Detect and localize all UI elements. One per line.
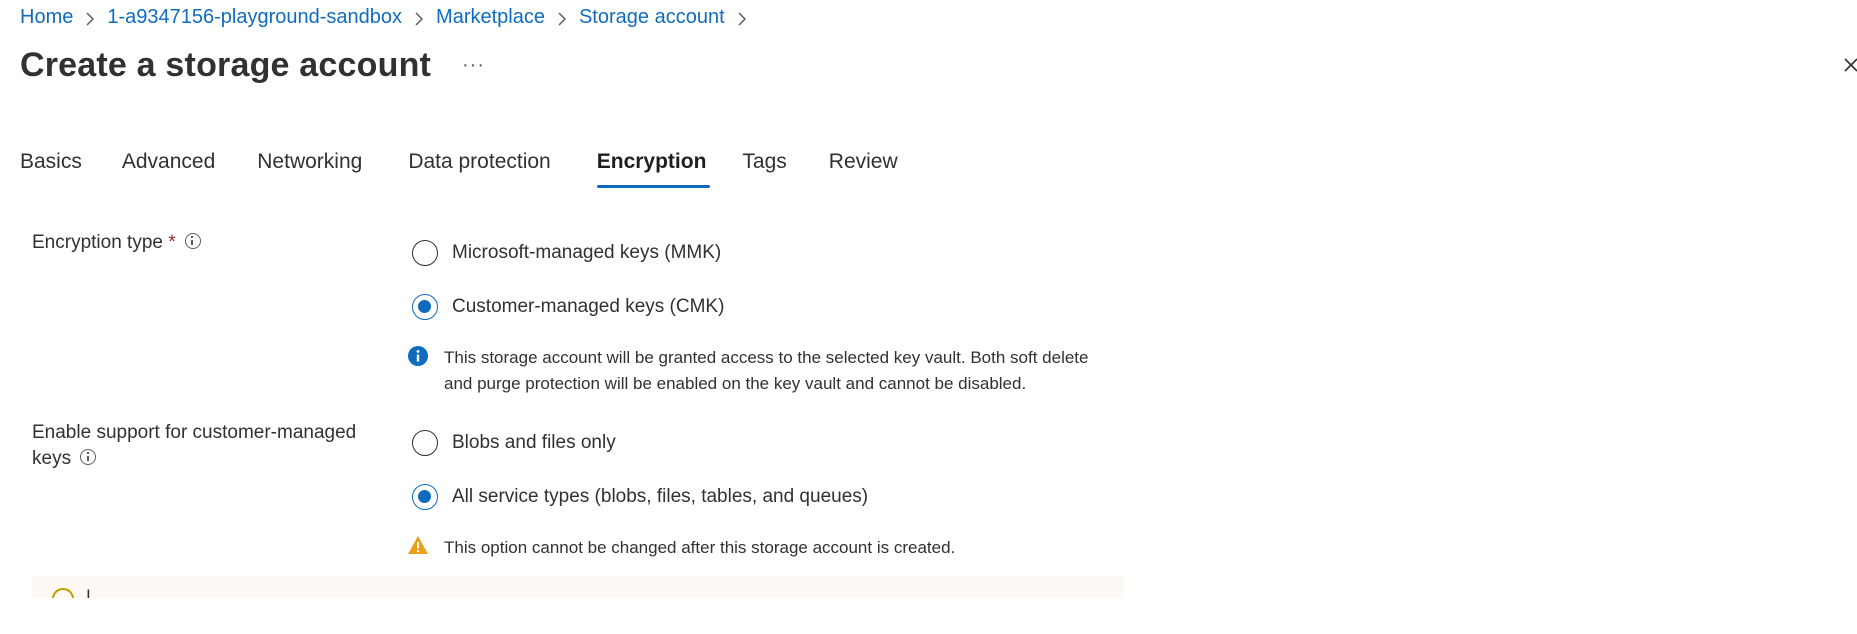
breadcrumb-marketplace[interactable]: Marketplace: [436, 6, 545, 29]
cmk-support-label-line1: Enable support for customer-managed: [32, 422, 357, 443]
page-title: Create a storage account: [20, 46, 432, 84]
chevron-right-icon: [725, 8, 759, 28]
radio-all-service-types[interactable]: All service types (blobs, files, tables,…: [412, 484, 868, 510]
breadcrumb-storage-account[interactable]: Storage account: [579, 6, 725, 29]
tab-basics[interactable]: Basics: [20, 150, 82, 188]
info-icon: [52, 588, 74, 598]
radio-mmk-circle[interactable]: [412, 240, 438, 266]
close-icon[interactable]: [1843, 56, 1857, 76]
tab-advanced[interactable]: Advanced: [122, 150, 215, 188]
radio-cmk[interactable]: Customer-managed keys (CMK): [412, 294, 724, 320]
cmk-support-label-line2: keys: [32, 448, 72, 469]
tab-tags[interactable]: Tags: [742, 150, 786, 188]
radio-blobs-files-only[interactable]: Blobs and files only: [412, 430, 616, 456]
more-options-button[interactable]: ···: [462, 54, 485, 77]
encryption-type-label: Encryption type *: [32, 230, 201, 256]
info-icon[interactable]: [184, 232, 201, 249]
radio-mmk-label: Microsoft-managed keys (MMK): [452, 242, 722, 263]
tab-encryption[interactable]: Encryption: [596, 150, 711, 188]
cmk-warning-message: This option cannot be changed after this…: [444, 538, 956, 557]
cmk-support-label: Enable support for customer-managed keys: [32, 420, 356, 472]
radio-blobs-files-label: Blobs and files only: [452, 432, 616, 453]
notice-banner-text: I: [86, 586, 91, 598]
chevron-right-icon: [545, 8, 579, 28]
info-icon[interactable]: [80, 448, 97, 465]
cmk-info-message-line1: This storage account will be granted acc…: [444, 348, 1089, 367]
radio-cmk-label: Customer-managed keys (CMK): [452, 296, 725, 317]
cmk-info-message-line2: and purge protection will be enabled on …: [444, 374, 1027, 393]
tab-data-protection[interactable]: Data protection: [408, 150, 550, 188]
encryption-type-label-text: Encryption type: [32, 232, 163, 253]
cmk-info-message: This storage account will be granted acc…: [444, 345, 1088, 397]
tab-review[interactable]: Review: [829, 150, 898, 188]
radio-cmk-circle[interactable]: [412, 294, 438, 320]
chevron-right-icon: [73, 8, 107, 28]
required-asterisk: *: [168, 232, 176, 253]
radio-all-service-types-label: All service types (blobs, files, tables,…: [452, 486, 869, 507]
notice-banner: I: [32, 576, 1124, 598]
create-storage-account-page: Home 1-a9347156-playground-sandbox Marke…: [0, 0, 1857, 634]
radio-blobs-files-circle[interactable]: [412, 430, 438, 456]
breadcrumb-sandbox[interactable]: 1-a9347156-playground-sandbox: [107, 6, 402, 29]
radio-mmk[interactable]: Microsoft-managed keys (MMK): [412, 240, 721, 266]
radio-all-service-types-circle[interactable]: [412, 484, 438, 510]
breadcrumb: Home 1-a9347156-playground-sandbox Marke…: [20, 6, 759, 29]
tab-networking[interactable]: Networking: [257, 150, 362, 188]
breadcrumb-home[interactable]: Home: [20, 6, 73, 29]
chevron-right-icon: [402, 8, 436, 28]
tab-bar: Basics Advanced Networking Data protecti…: [20, 150, 898, 192]
info-filled-icon: [408, 346, 428, 366]
cmk-support-label-line2-row: keys: [32, 446, 356, 472]
warning-triangle-icon: [408, 536, 428, 554]
